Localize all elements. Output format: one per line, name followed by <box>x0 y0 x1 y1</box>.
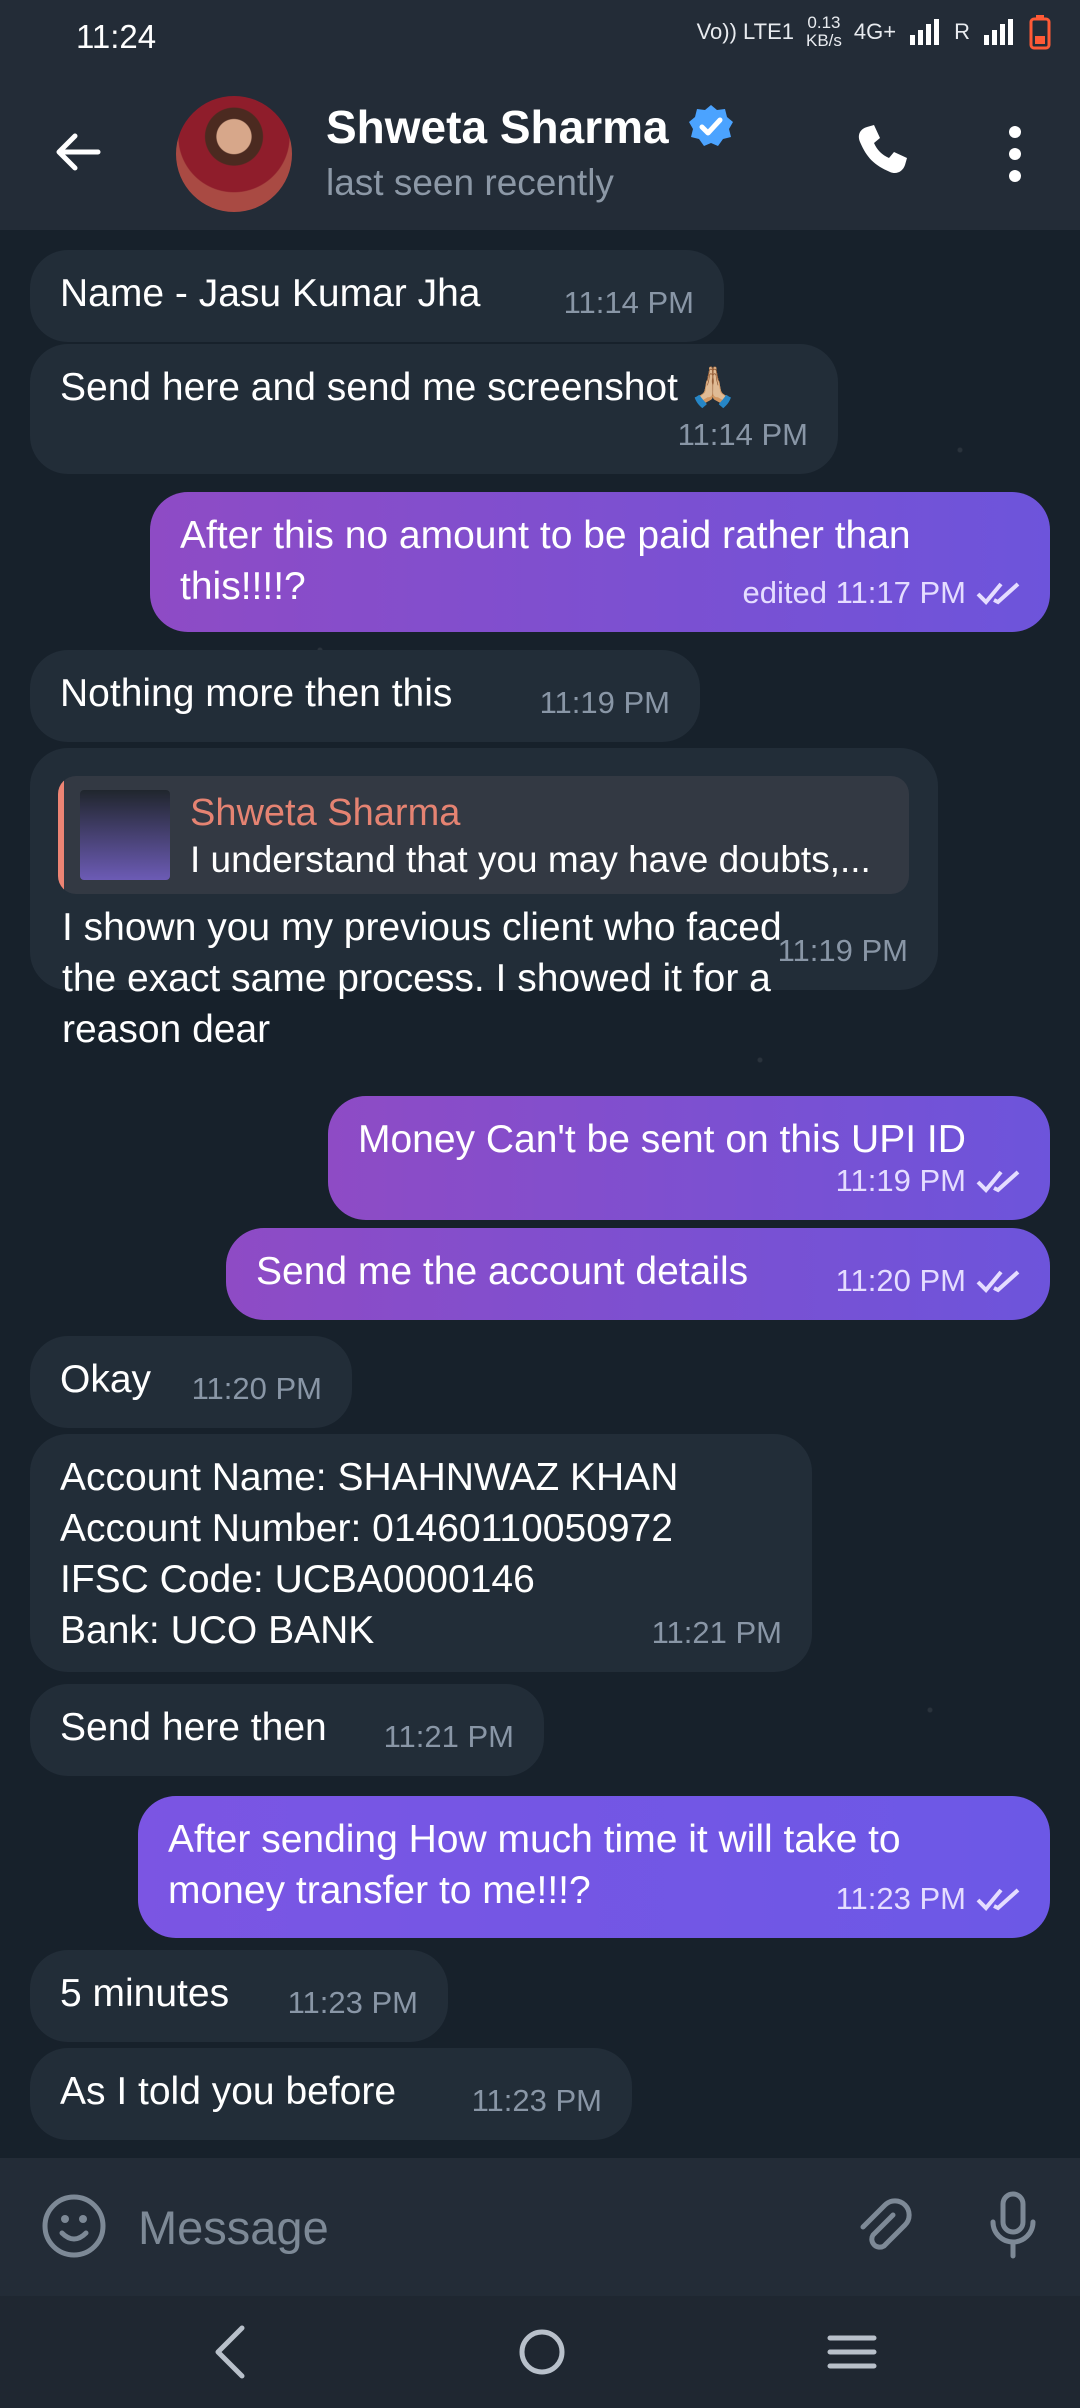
contact-status: last seen recently <box>326 162 614 203</box>
message-text: Okay <box>60 1358 152 1401</box>
message-meta: edited 11:17 PM <box>743 567 1020 618</box>
double-check-icon <box>976 582 1020 605</box>
double-check-icon <box>976 1270 1020 1293</box>
message-input[interactable]: Message <box>138 2200 329 2255</box>
volte-indicator: Vo)) LTE1 <box>696 19 794 44</box>
status-time: 11:24 <box>76 18 157 55</box>
message-time: edited 11:17 PM <box>742 575 966 610</box>
message-composer[interactable]: Message <box>0 2158 1080 2296</box>
network-type: 4G+ <box>853 19 897 44</box>
message-time: 11:21 PM <box>383 1719 514 1754</box>
message-text: Name - Jasu Kumar Jha <box>60 272 481 315</box>
nav-menu-icon[interactable] <box>824 2320 880 2384</box>
reply-thumbnail <box>80 790 170 880</box>
message-bubble-outgoing[interactable]: After sending How much time it will take… <box>138 1796 1050 1938</box>
status-bar: 11:24 Vo)) LTE1 0.13 KB/s 4G+ R <box>0 0 1080 78</box>
message-time: 11:14 PM <box>563 285 694 320</box>
reply-text: I understand that you may have doubts,..… <box>190 839 871 880</box>
message-bubble-outgoing[interactable]: Send me the account details 11:20 PM <box>226 1228 1050 1320</box>
battery-icon <box>1029 15 1051 50</box>
message-meta: 11:19 PM <box>836 1155 1020 1206</box>
message-bubble[interactable]: Okay 11:20 PM <box>30 1336 352 1428</box>
more-options-icon[interactable] <box>1000 122 1030 186</box>
verified-badge-icon <box>688 105 733 146</box>
contact-avatar[interactable] <box>176 96 292 212</box>
speed-unit: KB/s <box>806 31 842 50</box>
message-meta: 11:20 PM <box>836 1255 1020 1306</box>
double-check-icon <box>976 1170 1020 1193</box>
message-time: 11:23 PM <box>471 2083 602 2118</box>
message-time: 11:14 PM <box>677 417 808 452</box>
nav-home-icon[interactable] <box>512 2320 572 2384</box>
reply-preview[interactable]: Shweta Sharma I understand that you may … <box>58 776 909 894</box>
message-time: 11:19 PM <box>777 933 908 968</box>
message-bubble[interactable]: Send here then 11:21 PM <box>30 1684 544 1776</box>
message-time: 11:19 PM <box>539 685 670 720</box>
network-speed: 0.13 KB/s <box>806 14 842 50</box>
message-text: After sending How much time it will take… <box>168 1818 901 1912</box>
message-bubble-outgoing[interactable]: Money Can't be sent on this UPI ID 11:19… <box>328 1096 1050 1220</box>
system-navigation-bar <box>0 2296 1080 2408</box>
message-text: As I told you before <box>60 2070 397 2113</box>
message-bubble-reply[interactable]: Shweta Sharma I understand that you may … <box>30 748 938 1051</box>
message-bubble[interactable]: Send here and send me screenshot 🙏🏼 11:1… <box>30 344 838 474</box>
contact-title[interactable]: Shweta Sharma <box>326 100 735 154</box>
message-bubble-outgoing[interactable]: After this no amount to be paid rather t… <box>150 492 1050 632</box>
emoji-icon[interactable] <box>42 2194 106 2258</box>
microphone-icon[interactable] <box>985 2190 1041 2262</box>
reply-bar <box>58 776 64 894</box>
message-text: Account Name: SHAHNWAZ KHAN Account Numb… <box>60 1456 679 1652</box>
double-check-icon <box>976 1888 1020 1911</box>
attach-icon[interactable] <box>850 2194 914 2258</box>
phone-icon[interactable] <box>852 122 910 180</box>
message-time: 11:19 PM <box>835 1163 966 1198</box>
nav-back-icon[interactable] <box>204 2320 254 2384</box>
reply-sender: Shweta Sharma <box>190 792 461 834</box>
message-list[interactable]: Name - Jasu Kumar Jha 11:14 PM Send here… <box>0 230 1080 2158</box>
status-icons: Vo)) LTE1 0.13 KB/s 4G+ R <box>697 14 1052 50</box>
message-bubble[interactable]: Account Name: SHAHNWAZ KHAN Account Numb… <box>30 1434 812 1672</box>
message-time: 11:20 PM <box>835 1263 966 1298</box>
message-bubble[interactable]: Name - Jasu Kumar Jha 11:14 PM <box>30 250 724 342</box>
message-text: Send here and send me screenshot 🙏🏼 <box>60 366 738 409</box>
back-arrow-icon[interactable] <box>46 122 106 182</box>
signal-icon <box>984 19 1013 45</box>
message-time: 11:20 PM <box>191 1371 322 1406</box>
message-time: 11:21 PM <box>651 1615 782 1650</box>
signal-icon <box>910 19 940 45</box>
message-meta: 11:23 PM <box>836 1873 1020 1924</box>
message-bubble[interactable]: 5 minutes 11:23 PM <box>30 1950 448 2042</box>
contact-name: Shweta Sharma <box>326 101 669 153</box>
message-time: 11:23 PM <box>835 1881 966 1916</box>
speed-value: 0.13 <box>807 13 841 32</box>
message-text: Nothing more then this <box>60 672 453 715</box>
message-bubble[interactable]: Nothing more then this 11:19 PM <box>30 650 700 742</box>
message-text: Send me the account details <box>256 1250 749 1293</box>
roaming-indicator: R <box>954 19 970 44</box>
message-text: Send here then <box>60 1706 327 1749</box>
message-text: I shown you my previous client who faced… <box>62 906 782 1051</box>
message-bubble[interactable]: As I told you before 11:23 PM <box>30 2048 632 2140</box>
chat-header: Shweta Sharma last seen recently <box>0 78 1080 230</box>
message-text: 5 minutes <box>60 1972 230 2015</box>
message-time: 11:23 PM <box>287 1985 418 2020</box>
